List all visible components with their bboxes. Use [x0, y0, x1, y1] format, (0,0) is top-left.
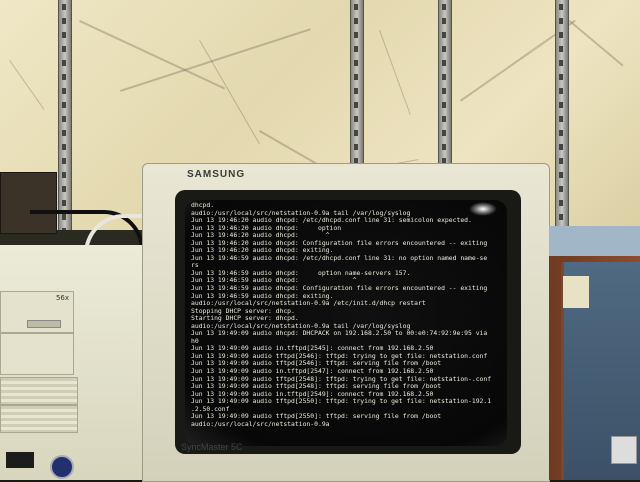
photo-scene: 56x SAMSUNG dhcpd. audio:/usr/local/src/n… — [0, 0, 640, 482]
drive-bay-2 — [0, 333, 74, 375]
cd-drive-tray — [27, 320, 61, 328]
terminal-line: Jun 13 19:49:09 audio tftpd[2550]: tftpd… — [191, 397, 492, 406]
terminal-line: Jun 13 19:49:09 audio dhcpd: DHCPACK on … — [191, 329, 488, 338]
power-button-icon[interactable] — [50, 455, 74, 479]
crt-monitor: SAMSUNG dhcpd. audio:/usr/local/src/netst… — [142, 163, 550, 482]
terminal-output: dhcpd. audio:/usr/local/src/netstation-0.… — [191, 202, 503, 428]
wall-rail-right — [555, 0, 569, 250]
monitor-model-label: SyncMaster 5C — [181, 442, 243, 452]
screen-glare — [469, 202, 497, 216]
pc-tower: 56x — [0, 245, 152, 480]
terminal-line: audio:/usr/local/src/netstation-0.9a — [191, 419, 330, 428]
monitor-screen: dhcpd. audio:/usr/local/src/netstation-0.… — [185, 200, 507, 446]
cabinet-top — [549, 226, 640, 256]
cd-drive-bay: 56x — [0, 291, 74, 333]
vent-panel-2 — [0, 405, 78, 433]
usb-port-icon — [6, 452, 34, 468]
vent-panel-1 — [0, 377, 78, 405]
power-outlet-icon — [611, 436, 637, 464]
cd-drive-speed-label: 56x — [55, 294, 69, 302]
terminal-line: Jun 13 19:46:59 audio dhcpd: /etc/dhcpd.… — [191, 253, 488, 262]
monitor-brand-label: SAMSUNG — [187, 169, 246, 180]
monitor-bezel: dhcpd. audio:/usr/local/src/netstation-0.… — [175, 190, 521, 454]
equipment-cabinet — [549, 226, 640, 480]
cabinet-sticker — [563, 276, 589, 308]
